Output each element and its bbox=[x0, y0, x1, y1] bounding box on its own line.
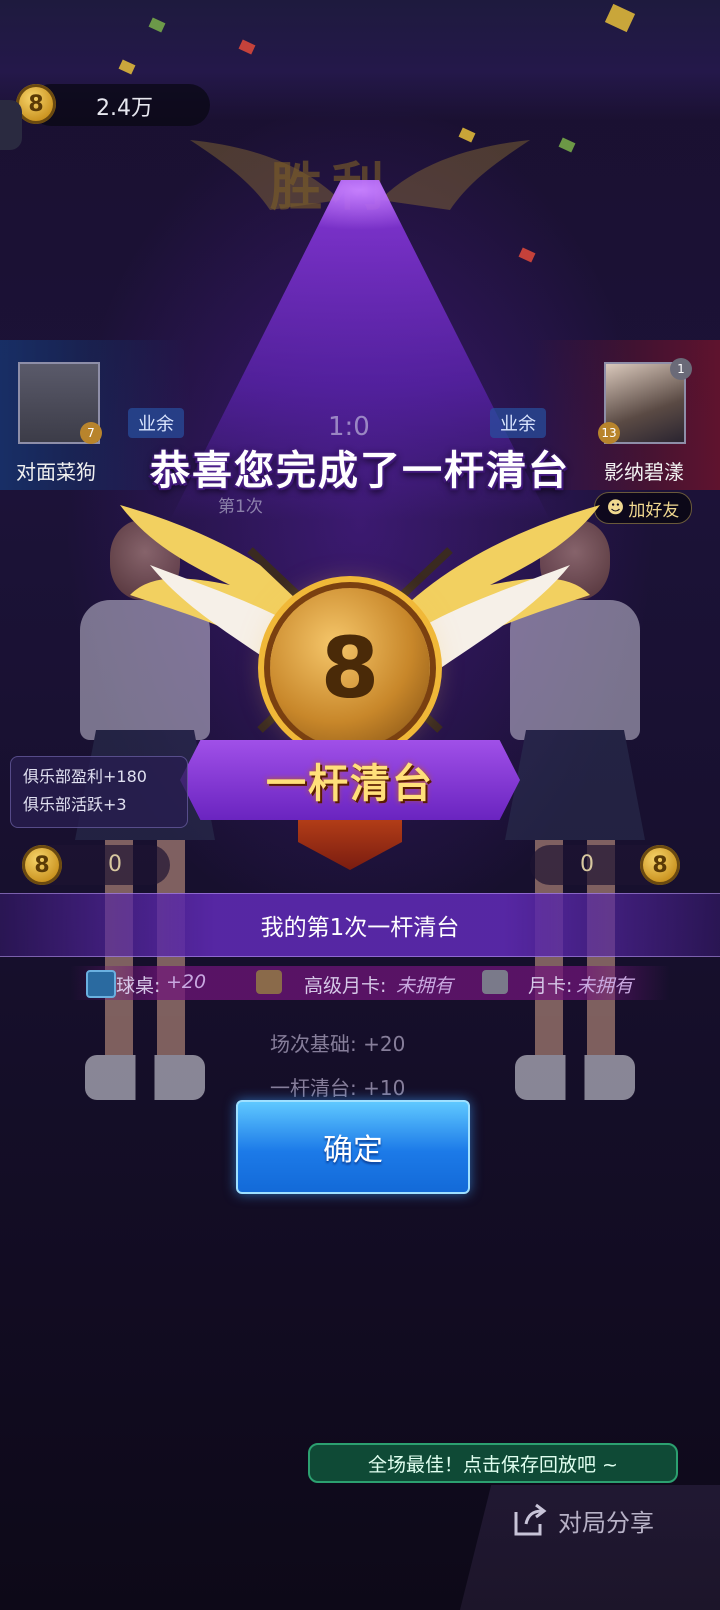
achievement-title: 一杆清台 bbox=[266, 761, 434, 807]
right-rank-label: 业余 bbox=[490, 408, 546, 438]
side-menu-tab[interactable] bbox=[0, 100, 22, 150]
coin-icon: 8 bbox=[16, 84, 56, 124]
base-reward-line: 场次基础: +20 bbox=[270, 1028, 405, 1057]
eight-ball-number: 8 bbox=[320, 619, 380, 717]
right-pot-coin-icon: 8 bbox=[640, 845, 680, 885]
left-rank-label: 业余 bbox=[128, 408, 184, 438]
clear-reward-line: 一杆清台: +10 bbox=[270, 1072, 405, 1101]
table-bonus-value: +20 bbox=[166, 971, 207, 993]
achievement-ribbon: 一杆清台 bbox=[180, 740, 520, 820]
club-profit: 俱乐部盈利+180 bbox=[23, 767, 147, 786]
right-pot-value: 0 bbox=[580, 852, 594, 877]
club-activity: 俱乐部活跃+3 bbox=[23, 795, 127, 814]
table-bonus-label: 球桌: bbox=[116, 975, 161, 997]
table-icon bbox=[86, 970, 116, 998]
share-button[interactable]: 对局分享 bbox=[512, 1500, 654, 1540]
base-reward-value: +20 bbox=[363, 1032, 406, 1056]
clear-reward-value: +10 bbox=[363, 1076, 406, 1100]
share-label: 对局分享 bbox=[558, 1508, 654, 1537]
bonus-row: 球桌: +20 高级月卡: 未拥有 月卡: 未拥有 bbox=[70, 966, 670, 1000]
monthly-card-value: 未拥有 bbox=[576, 975, 634, 997]
confirm-button[interactable]: 确定 bbox=[236, 1100, 470, 1194]
add-friend-label: 加好友 bbox=[628, 500, 680, 521]
clear-reward-label: 一杆清台: bbox=[270, 1076, 357, 1100]
congrats-text: 恭喜您完成了一杆清台 bbox=[150, 448, 570, 494]
base-reward-label: 场次基础: bbox=[270, 1032, 357, 1056]
premium-card-label: 高级月卡: bbox=[304, 975, 387, 997]
club-info-box: 俱乐部盈利+180 俱乐部活跃+3 bbox=[10, 756, 188, 828]
confetti-piece bbox=[558, 137, 576, 153]
save-replay-tip[interactable]: 全场最佳！点击保存回放吧 ~ bbox=[308, 1443, 678, 1483]
confetti-piece bbox=[518, 247, 536, 263]
premium-card-value: 未拥有 bbox=[396, 975, 454, 997]
right-corner-badge: 1 bbox=[670, 358, 692, 380]
premium-card-icon bbox=[256, 970, 282, 994]
monthly-card-icon bbox=[482, 970, 508, 994]
left-pot-value: 0 bbox=[108, 852, 122, 877]
left-pot-coin-icon: 8 bbox=[22, 845, 62, 885]
monthly-card-label: 月卡: bbox=[528, 975, 573, 997]
coin-amount: 2.4万 bbox=[96, 96, 153, 121]
share-icon bbox=[514, 1503, 547, 1536]
result-banner: 我的第1次一杆清台 bbox=[0, 893, 720, 957]
